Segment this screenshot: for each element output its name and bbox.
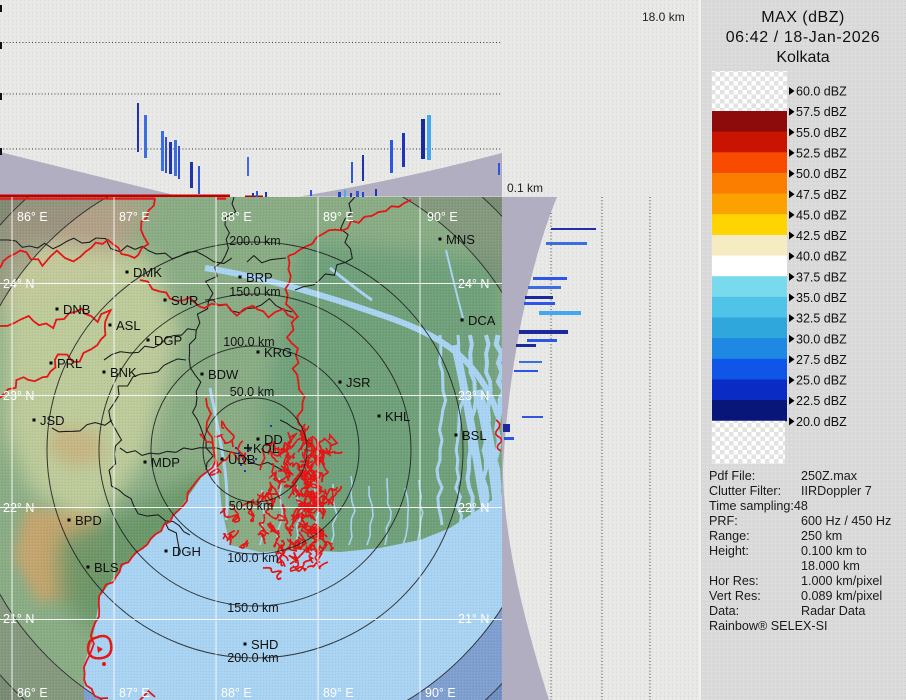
svg-text:30.0 dBZ: 30.0 dBZ xyxy=(796,332,847,346)
svg-text:18.0 km: 18.0 km xyxy=(642,10,685,24)
svg-text:0.100 km to: 0.100 km to xyxy=(801,544,867,558)
svg-text:25.0 dBZ: 25.0 dBZ xyxy=(796,374,847,388)
svg-text:MAX (dBZ): MAX (dBZ) xyxy=(761,9,845,26)
svg-text:Clutter Filter:: Clutter Filter: xyxy=(709,484,781,498)
svg-text:600 Hz / 450 Hz: 600 Hz / 450 Hz xyxy=(801,514,891,528)
svg-text:250 km: 250 km xyxy=(801,529,842,543)
svg-text:27.5 dBZ: 27.5 dBZ xyxy=(796,353,847,367)
svg-text:35.0 dBZ: 35.0 dBZ xyxy=(796,291,847,305)
svg-text:Rainbow® SELEX-SI: Rainbow® SELEX-SI xyxy=(709,619,827,633)
svg-text:Vert Res:: Vert Res: xyxy=(709,589,761,603)
svg-text:250Z.max: 250Z.max xyxy=(801,469,858,483)
svg-text:0.089 km/pixel: 0.089 km/pixel xyxy=(801,589,882,603)
svg-text:55.0 dBZ: 55.0 dBZ xyxy=(796,126,847,140)
svg-text:06:42 / 18-Jan-2026: 06:42 / 18-Jan-2026 xyxy=(726,29,881,46)
svg-text:PRF:: PRF: xyxy=(709,514,738,528)
svg-text:20.0 dBZ: 20.0 dBZ xyxy=(796,415,847,429)
svg-text:Hor Res:: Hor Res: xyxy=(709,574,759,588)
svg-text:22.5 dBZ: 22.5 dBZ xyxy=(796,394,847,408)
svg-text:37.5 dBZ: 37.5 dBZ xyxy=(796,270,847,284)
svg-text:47.5 dBZ: 47.5 dBZ xyxy=(796,188,847,202)
svg-text:IIRDoppler 7: IIRDoppler 7 xyxy=(801,484,872,498)
svg-text:Pdf File:: Pdf File: xyxy=(709,469,755,483)
svg-text:0.1 km: 0.1 km xyxy=(507,181,543,195)
svg-text:42.5 dBZ: 42.5 dBZ xyxy=(796,229,847,243)
svg-text:Kolkata: Kolkata xyxy=(776,49,829,66)
svg-text:40.0 dBZ: 40.0 dBZ xyxy=(796,250,847,264)
svg-text:Time sampling:48: Time sampling:48 xyxy=(709,499,808,513)
svg-text:50.0 dBZ: 50.0 dBZ xyxy=(796,167,847,181)
svg-text:52.5 dBZ: 52.5 dBZ xyxy=(796,146,847,160)
svg-text:Height:: Height: xyxy=(709,544,749,558)
svg-text:45.0 dBZ: 45.0 dBZ xyxy=(796,208,847,222)
svg-text:32.5 dBZ: 32.5 dBZ xyxy=(796,312,847,326)
svg-text:1.000 km/pixel: 1.000 km/pixel xyxy=(801,574,882,588)
svg-text:Data:: Data: xyxy=(709,604,739,618)
svg-text:18.000 km: 18.000 km xyxy=(801,559,860,573)
svg-text:60.0 dBZ: 60.0 dBZ xyxy=(796,85,847,99)
svg-text:Radar Data: Radar Data xyxy=(801,604,865,618)
svg-text:Range:: Range: xyxy=(709,529,750,543)
svg-text:57.5 dBZ: 57.5 dBZ xyxy=(796,105,847,119)
